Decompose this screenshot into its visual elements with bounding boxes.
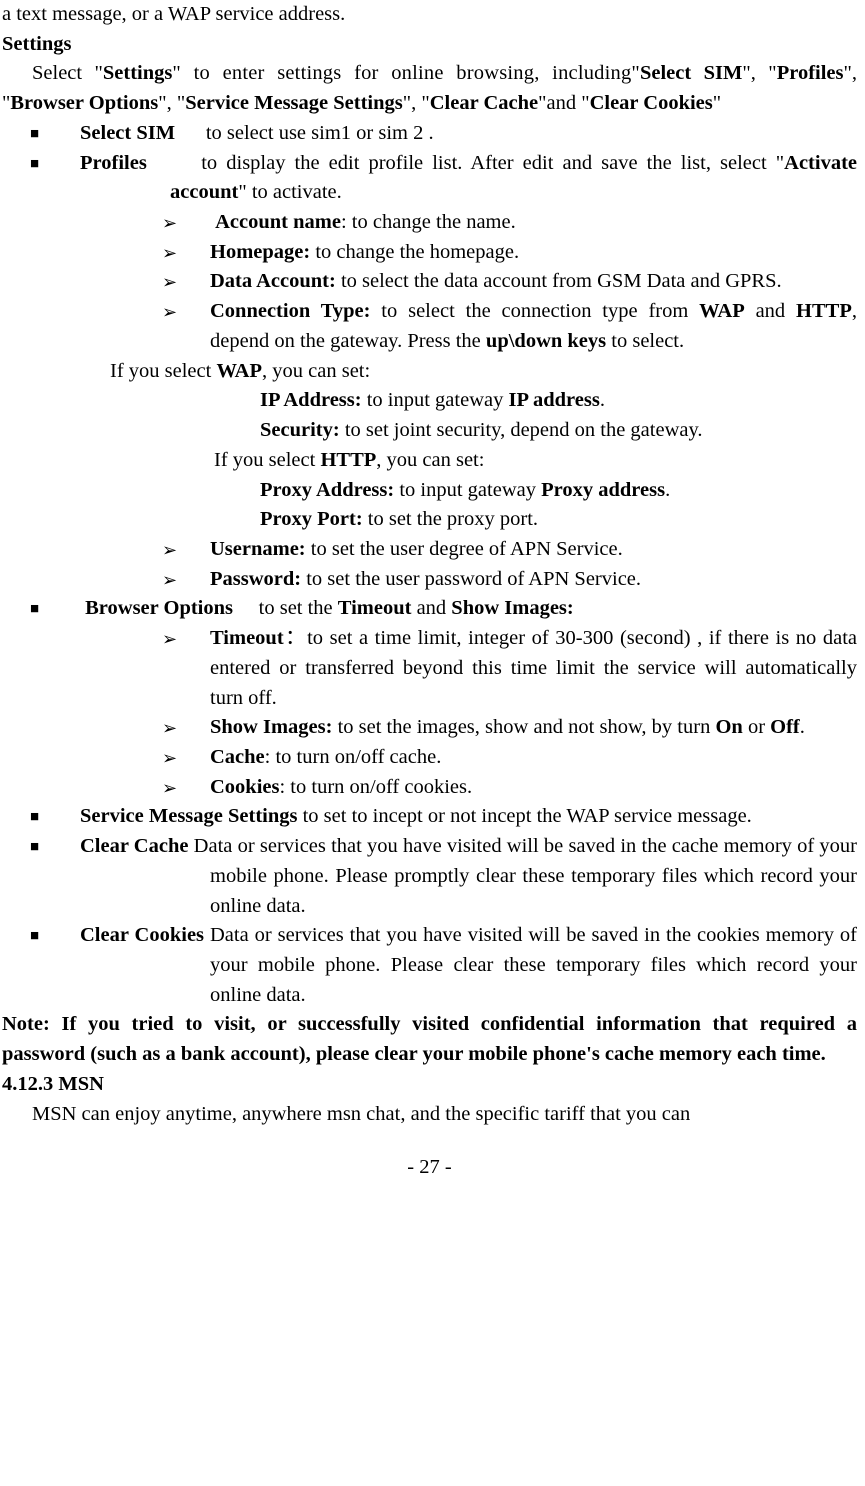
note-text: Note: If you tried to visit, or successf… <box>2 1010 857 1069</box>
list-item-cookies: Cookies: to turn on/off cookies. <box>162 773 857 803</box>
list-item-account-name: Account name: to change the name. <box>162 208 857 238</box>
square-list-1: Select SIM to select use sim1 or sim 2 .… <box>2 119 857 208</box>
list-item-clear-cache: Clear Cache Data or services that you ha… <box>30 832 857 921</box>
intro-line: a text message, or a WAP service address… <box>2 0 857 30</box>
list-item-password: Password: to set the user password of AP… <box>162 565 857 595</box>
settings-heading: Settings <box>2 30 857 60</box>
msn-heading: 4.12.3 MSN <box>2 1070 857 1100</box>
arrow-list-browser: Timeout：to set a time limit, integer of … <box>2 624 857 802</box>
list-item-data-account: Data Account: to select the data account… <box>162 267 857 297</box>
list-item-show-images: Show Images: to set the images, show and… <box>162 713 857 743</box>
arrow-list-profiles: Account name: to change the name. Homepa… <box>2 208 857 357</box>
security-line: Security: to set joint security, depend … <box>260 416 857 446</box>
settings-intro: Select "Settings" to enter settings for … <box>2 59 857 118</box>
if-wap-line: If you select WAP, you can set: <box>110 357 857 387</box>
list-item-select-sim: Select SIM to select use sim1 or sim 2 . <box>30 119 857 149</box>
square-list-3: Service Message Settings to set to incep… <box>2 802 857 1010</box>
list-item-homepage: Homepage: to change the homepage. <box>162 238 857 268</box>
list-item-cache: Cache: to turn on/off cache. <box>162 743 857 773</box>
list-item-profiles: Profiles to display the edit profile lis… <box>30 149 857 208</box>
ip-address-line: IP Address: to input gateway IP address. <box>260 386 857 416</box>
document-page: a text message, or a WAP service address… <box>0 0 865 1183</box>
proxy-port-line: Proxy Port: to set the proxy port. <box>260 505 857 535</box>
proxy-address-line: Proxy Address: to input gateway Proxy ad… <box>260 476 857 506</box>
square-list-2: Browser Options to set the Timeout and S… <box>2 594 857 624</box>
msn-text: MSN can enjoy anytime, anywhere msn chat… <box>2 1100 857 1130</box>
list-item-service-message: Service Message Settings to set to incep… <box>30 802 857 832</box>
arrow-list-profiles-2: Username: to set the user degree of APN … <box>2 535 857 594</box>
page-number: - 27 - <box>2 1153 857 1183</box>
list-item-username: Username: to set the user degree of APN … <box>162 535 857 565</box>
list-item-timeout: Timeout：to set a time limit, integer of … <box>162 624 857 713</box>
if-http-line: If you select HTTP, you can set: <box>214 446 857 476</box>
list-item-clear-cookies: Clear Cookies Data or services that you … <box>30 921 857 1010</box>
list-item-connection-type: Connection Type: to select the connectio… <box>162 297 857 356</box>
list-item-browser-options: Browser Options to set the Timeout and S… <box>30 594 857 624</box>
